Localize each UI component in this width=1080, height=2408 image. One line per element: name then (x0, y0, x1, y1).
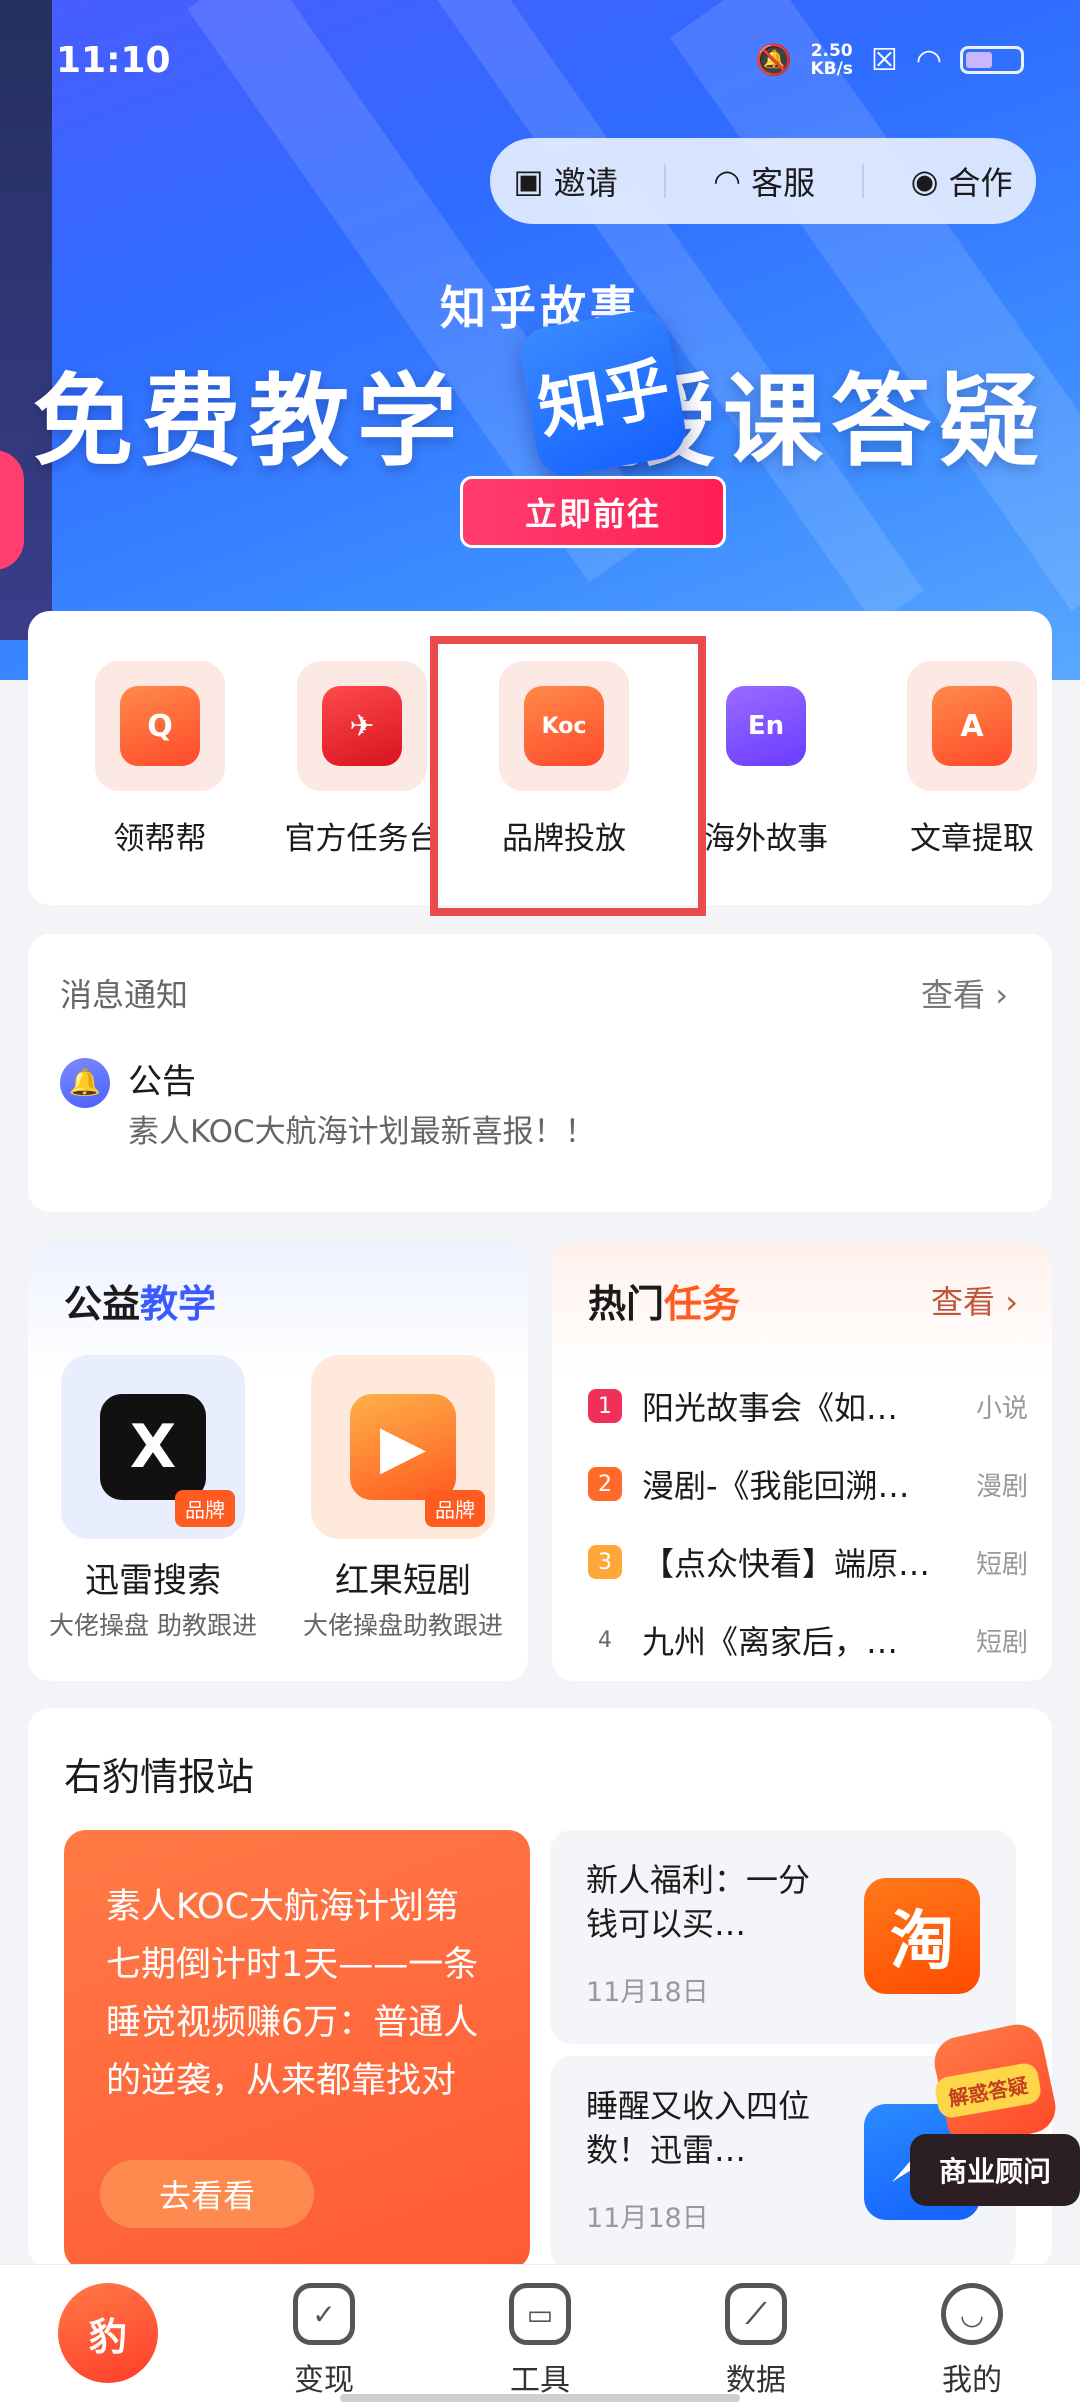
hot-task-row[interactable]: 1 阳光故事会《如… 小说 (588, 1381, 1028, 1431)
notice-detail: 素人KOC大航海计划最新喜报！！ (128, 1114, 596, 1150)
tool-linbangbang[interactable]: Q 领帮帮 (60, 661, 260, 858)
briefcase-icon: ▭ (509, 2283, 571, 2345)
intel-feature-card[interactable]: 素人KOC大航海计划第七期倒计时1天——一条睡觉视频赚6万：普通人的逆袭，从来都… (64, 1830, 530, 2270)
intel-station-card: 右豹情报站 素人KOC大航海计划第七期倒计时1天——一条睡觉视频赚6万：普通人的… (28, 1708, 1052, 2270)
check-shield-icon: ✓ (293, 2283, 355, 2345)
notice-headline: 公告 (128, 1062, 196, 1102)
battery-icon (960, 46, 1024, 74)
customer-service-button[interactable]: ◠ 客服 (713, 158, 815, 204)
hot-task-row[interactable]: 3 【点众快看】端原… 短剧 (588, 1537, 1028, 1587)
status-time: 11:10 (56, 40, 171, 81)
headset-icon: ◠ (713, 162, 742, 200)
linbangbang-icon: Q (120, 686, 200, 766)
hongguo-logo-icon: ▶ (350, 1394, 456, 1500)
app-xunlei-search[interactable]: X 品牌 迅雷搜索 大佬操盘 助教跟进 (38, 1355, 268, 1642)
chart-monitor-icon: ⟋ (725, 2283, 787, 2345)
intel-feature-text: 素人KOC大航海计划第七期倒计时1天——一条睡觉视频赚6万：普通人的逆袭，从来都… (106, 1887, 479, 2101)
tool-article-extract[interactable]: A 文章提取 (872, 661, 1072, 858)
tab-monetize[interactable]: ✓ 变现 (254, 2283, 394, 2399)
task-desk-icon: ✈ (322, 686, 402, 766)
sim-icon: ☒ (870, 42, 898, 78)
status-bar: 11:10 🔕 2.50 KB/s ☒ ◠ (0, 0, 1080, 120)
brand-tag: 品牌 (425, 1490, 485, 1527)
tab-mine[interactable]: ◡ 我的 (902, 2283, 1042, 2399)
tab-data[interactable]: ⟋ 数据 (686, 2283, 826, 2399)
notice-card[interactable]: 消息通知 查看 › 🔔 公告 素人KOC大航海计划最新喜报！！ (28, 934, 1052, 1212)
go-now-button[interactable]: 立即前往 (460, 476, 726, 548)
header-action-pill: ▣ 邀请 ◠ 客服 ◉ 合作 (490, 138, 1036, 224)
taobao-icon: 淘 (864, 1878, 980, 1994)
brand-tag: 品牌 (175, 1490, 235, 1527)
public-teaching-card: 公益教学 X 品牌 迅雷搜索 大佬操盘 助教跟进 ▶ 品牌 红果短剧 大佬操盘助… (28, 1243, 528, 1681)
chevron-right-icon: › (1005, 1283, 1018, 1321)
home-logo-icon: 豹 (58, 2283, 158, 2383)
hero-banner: 11:10 🔕 2.50 KB/s ☒ ◠ ▣ 邀请 ◠ 客服 ◉ 合作 知乎故… (0, 0, 1080, 680)
mute-bell-icon: 🔕 (755, 42, 793, 78)
article-extract-icon: A (932, 686, 1012, 766)
public-teaching-title: 公益教学 (64, 1282, 217, 1326)
tab-home[interactable]: 豹 (38, 2283, 178, 2383)
notice-title: 消息通知 (60, 976, 189, 1014)
wifi-icon: ◠ (915, 42, 942, 78)
app-hongguo-drama[interactable]: ▶ 品牌 红果短剧 大佬操盘助教跟进 (288, 1355, 518, 1642)
notice-view-more[interactable]: 查看 › (921, 970, 1008, 1016)
business-consultant-float[interactable]: 解惑答疑 商业顾问 (900, 2019, 1080, 2210)
chevron-right-icon: › (995, 976, 1008, 1014)
bottom-tab-bar: 豹 ✓ 变现 ▭ 工具 ⟋ 数据 ◡ 我的 (0, 2264, 1080, 2408)
hot-task-row[interactable]: 2 漫剧-《我能回溯… 漫剧 (588, 1459, 1028, 1509)
invite-icon: ▣ (513, 162, 544, 200)
hot-task-row[interactable]: 4 九州《离家后，… 短剧 (588, 1615, 1028, 1665)
xunlei-logo-icon: X (100, 1394, 206, 1500)
invite-button[interactable]: ▣ 邀请 (513, 158, 617, 204)
zhihu-logo: 知乎 (516, 306, 690, 480)
overseas-book-icon: En (726, 686, 806, 766)
highlight-box (430, 636, 706, 916)
intel-news-item[interactable]: 新人福利：一分钱可以买… 11月18日 淘 (550, 1830, 1016, 2044)
go-see-button[interactable]: 去看看 (100, 2160, 314, 2228)
cooperate-button[interactable]: ◉ 合作 (911, 158, 1013, 204)
tab-tools[interactable]: ▭ 工具 (470, 2283, 610, 2399)
network-speed: 2.50 KB/s (810, 41, 853, 79)
hot-tasks-card: 热门任务 查看 › 1 阳光故事会《如… 小说 2 漫剧-《我能回溯… 漫剧 3… (552, 1243, 1052, 1681)
smile-icon: ◡ (941, 2283, 1003, 2345)
intel-station-title: 右豹情报站 (64, 1755, 255, 1799)
hot-tasks-title: 热门任务 (588, 1282, 741, 1326)
bell-icon: 🔔 (60, 1058, 110, 1108)
handshake-icon: ◉ (910, 162, 939, 200)
gesture-bar (340, 2394, 740, 2402)
hot-tasks-view-more[interactable]: 查看 › (931, 1277, 1018, 1323)
